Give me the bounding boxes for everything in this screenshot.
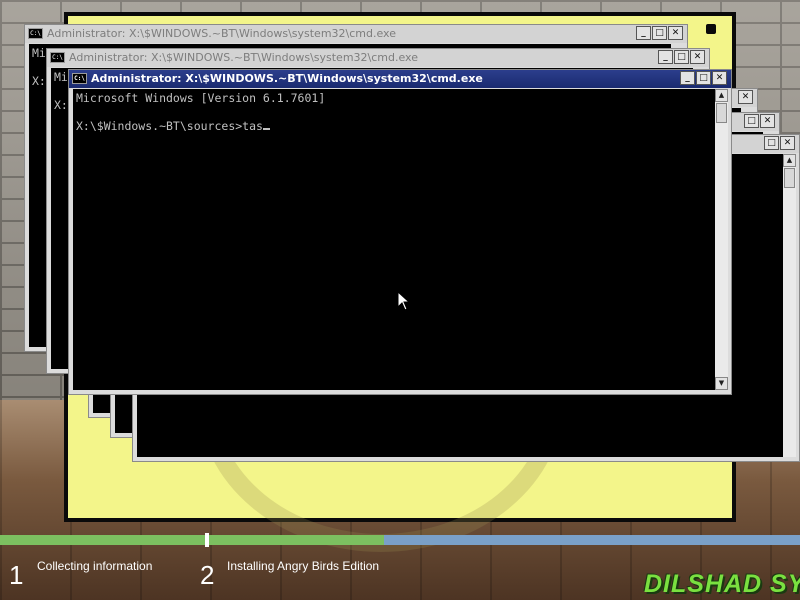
window-title: Administrator: X:\$WINDOWS.~BT\Windows\s…: [91, 72, 483, 85]
console-area[interactable]: Microsoft Windows [Version 6.1.7601] X:\…: [73, 89, 715, 390]
title-bar[interactable]: C:\ Administrator: X:\$WINDOWS.~BT\Window…: [25, 25, 687, 43]
cmd-app-icon: C:\: [72, 73, 87, 84]
close-button[interactable]: ✕: [712, 71, 727, 85]
close-button[interactable]: ✕: [668, 26, 683, 40]
close-button[interactable]: ✕: [780, 136, 795, 150]
title-bar[interactable]: C:\ Administrator: X:\$WINDOWS.~BT\Window…: [47, 49, 709, 67]
brand-logo-text: DILSHAD SYS: [644, 570, 800, 598]
window-title: Administrator: X:\$WINDOWS.~BT\Windows\s…: [47, 27, 396, 40]
title-bar[interactable]: C:\ Administrator: X:\$WINDOWS.~BT\Window…: [69, 70, 731, 88]
maximize-button[interactable]: □: [744, 114, 759, 128]
step-2-number: 2: [200, 560, 215, 590]
maximize-button[interactable]: □: [764, 136, 779, 150]
vertical-scrollbar[interactable]: ▲ ▼: [715, 89, 728, 390]
text-cursor: [262, 119, 270, 130]
board-dot: [706, 24, 716, 34]
console-prompt-line: X:\$Windows.~BT\sources>tas: [76, 119, 263, 133]
scroll-down-arrow-icon[interactable]: ▼: [715, 377, 728, 390]
setup-progress-fill: [0, 535, 384, 545]
minimize-button[interactable]: _: [636, 26, 651, 40]
scroll-thumb[interactable]: [716, 103, 727, 123]
minimize-button[interactable]: _: [680, 71, 695, 85]
console-line: X:: [54, 98, 68, 112]
console-line: X:: [32, 74, 46, 88]
scroll-up-arrow-icon[interactable]: ▲: [715, 89, 728, 102]
close-button[interactable]: ✕: [690, 50, 705, 64]
cmd-app-icon: C:\: [50, 52, 65, 63]
close-button[interactable]: ✕: [738, 90, 753, 104]
step-2-label: Installing Angry Birds Edition: [227, 559, 380, 573]
maximize-button[interactable]: □: [674, 50, 689, 64]
step-1-label: Collecting information: [37, 559, 153, 573]
progress-step-separator: [205, 533, 209, 547]
close-button[interactable]: ✕: [760, 114, 775, 128]
minimize-button[interactable]: _: [658, 50, 673, 64]
maximize-button[interactable]: □: [652, 26, 667, 40]
mouse-pointer-icon: [397, 291, 411, 311]
scroll-up-arrow-icon[interactable]: ▲: [783, 154, 796, 167]
scroll-thumb[interactable]: [784, 168, 795, 188]
console-line: Mi: [32, 46, 46, 60]
window-title: Administrator: X:\$WINDOWS.~BT\Windows\s…: [69, 51, 418, 64]
step-1-number: 1: [9, 560, 24, 590]
maximize-button[interactable]: □: [696, 71, 711, 85]
console-line: Mi: [54, 70, 68, 84]
cmd-window-active[interactable]: C:\ Administrator: X:\$WINDOWS.~BT\Window…: [68, 69, 732, 395]
cmd-app-icon: C:\: [28, 28, 43, 39]
console-version-line: Microsoft Windows [Version 6.1.7601]: [76, 91, 326, 105]
vertical-scrollbar[interactable]: ▲: [783, 154, 796, 457]
